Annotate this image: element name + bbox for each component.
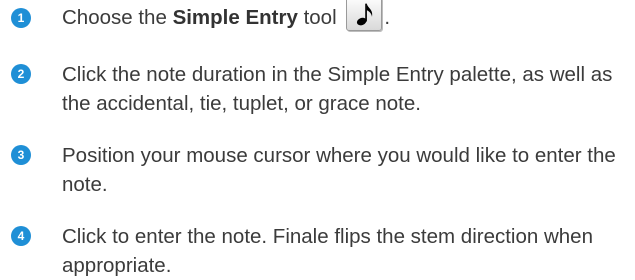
step-text-tool: tool <box>297 6 337 29</box>
step-text: Choose the Simple Entry tool . <box>62 0 630 33</box>
step-text-start: Choose the <box>62 6 173 29</box>
step-text: Click the note duration in the Simple En… <box>62 63 613 115</box>
step-text: Click to enter the note. Finale flips th… <box>62 225 593 277</box>
step-number-badge: 4 <box>11 226 31 246</box>
step-number-badge: 3 <box>11 145 31 165</box>
simple-entry-tool-name: Simple Entry <box>172 6 298 29</box>
eighth-note-icon <box>357 3 373 25</box>
step-number-badge: 1 <box>11 8 31 28</box>
step-number-badge: 2 <box>11 64 31 84</box>
step-text-end: . <box>384 6 391 29</box>
simple-entry-tool-button[interactable] <box>346 0 383 31</box>
step-text: Position your mouse cursor where you wou… <box>62 144 616 196</box>
